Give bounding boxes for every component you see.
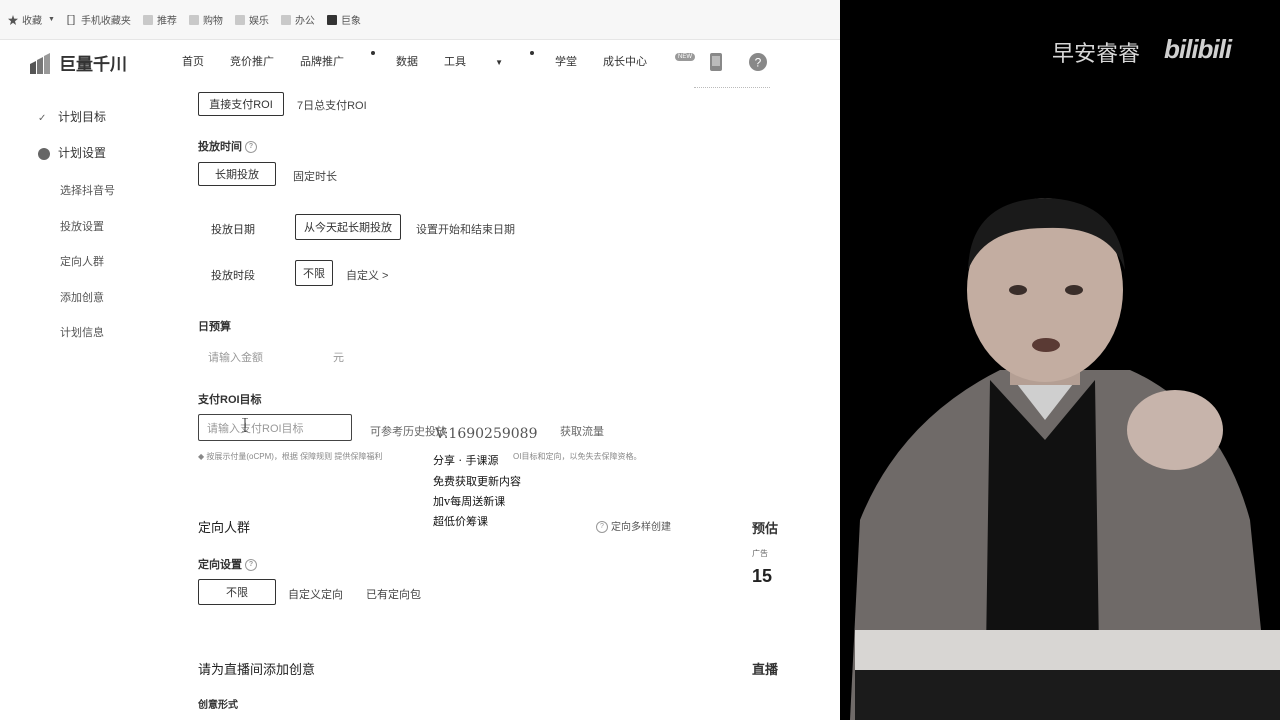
bilibili-logo: bilibili bbox=[1164, 34, 1232, 64]
step-plan-goal[interactable]: ✓ 计划目标 bbox=[38, 108, 106, 125]
presenter-figure bbox=[840, 0, 1280, 720]
delivery-date-range-option[interactable]: 设置开始和结束日期 bbox=[416, 221, 515, 237]
star-icon bbox=[8, 14, 18, 25]
delivery-period-label: 投放时段 bbox=[211, 270, 255, 282]
creative-form-label: 创意形式 bbox=[198, 700, 238, 711]
nav-tools[interactable]: 工具 ▼ bbox=[444, 51, 534, 69]
app-logo[interactable]: 巨量千川 bbox=[30, 50, 127, 75]
daily-budget-input[interactable]: 请输入金额 bbox=[208, 349, 263, 365]
delivery-date-label: 投放日期 bbox=[211, 224, 255, 236]
delivery-fixed-duration-option[interactable]: 固定时长 bbox=[293, 168, 337, 184]
nav-academy[interactable]: 学堂 bbox=[555, 53, 577, 69]
overlay-contact: V:1690259089 bbox=[435, 426, 538, 442]
folder-icon bbox=[142, 14, 153, 25]
bookmark-mobile[interactable]: 手机收藏夹 bbox=[67, 12, 131, 27]
targeting-custom-option[interactable]: 自定义定向 bbox=[288, 586, 343, 602]
notification-dot bbox=[529, 51, 534, 55]
bookmark-office[interactable]: 办公 bbox=[280, 12, 315, 27]
notification-dot bbox=[371, 51, 375, 55]
targeting-unlimited-button[interactable]: 不限 bbox=[198, 579, 276, 605]
sidebar-item-plan-info[interactable]: 计划信息 bbox=[60, 324, 104, 340]
bookmark-favorites[interactable]: 收藏 ▼ bbox=[8, 12, 55, 27]
estimate-panel-sub: 广告 bbox=[752, 549, 768, 558]
nav-growth-center[interactable]: 成长中心 NEW bbox=[603, 53, 721, 69]
delivery-period-unlimited-button[interactable]: 不限 bbox=[295, 260, 333, 286]
roi-guarantee-note: ◆ 按展示付量(oCPM)，根据 保障规则 提供保障福利 bbox=[198, 452, 383, 461]
browser-page: 收藏 ▼ 手机收藏夹 推荐 购物 娱乐 办公 巨象 巨量千川 首页 竞价推广 品… bbox=[0, 0, 840, 720]
sidebar-item-select-douyin[interactable]: 选择抖音号 bbox=[60, 182, 115, 198]
roi-tab-7day[interactable]: 7日总支付ROI bbox=[297, 97, 367, 113]
roi-target-label: 支付ROI目标 bbox=[198, 394, 262, 406]
folder-icon bbox=[234, 14, 245, 25]
nav-data[interactable]: 数据 bbox=[396, 53, 418, 69]
text-cursor-icon bbox=[242, 417, 248, 437]
folder-icon bbox=[280, 14, 291, 25]
sidebar-item-add-creative[interactable]: 添加创意 bbox=[60, 289, 104, 305]
sidebar-item-delivery-settings[interactable]: 投放设置 bbox=[60, 218, 104, 234]
delivery-long-term-button[interactable]: 长期投放 bbox=[198, 162, 276, 186]
uploader-watermark: 早安睿睿 bbox=[1052, 41, 1141, 66]
bookmark-recommend[interactable]: 推荐 bbox=[142, 12, 177, 27]
nav-brand-promotion[interactable]: 品牌推广 bbox=[300, 51, 375, 69]
caret-down-icon: ▼ bbox=[495, 58, 503, 67]
nav-home[interactable]: 首页 bbox=[182, 53, 204, 69]
delivery-date-from-today-button[interactable]: 从今天起长期投放 bbox=[295, 214, 401, 240]
delivery-time-label: 投放时间? bbox=[198, 138, 257, 154]
webcam-video bbox=[840, 0, 1280, 720]
step-plan-settings[interactable]: 计划设置 bbox=[38, 144, 106, 161]
bookmark-entertainment[interactable]: 娱乐 bbox=[234, 12, 269, 27]
sidebar-item-targeting[interactable]: 定向人群 bbox=[60, 253, 104, 269]
overlay-line-2: 免费获取更新内容 bbox=[433, 475, 521, 488]
overlay-line-3: 加v每周送新课 bbox=[433, 495, 506, 508]
phone-icon bbox=[67, 14, 77, 25]
creative-section-title: 请为直播间添加创意 bbox=[198, 662, 316, 677]
live-panel-title: 直播 bbox=[752, 662, 779, 677]
mobile-app-icon[interactable] bbox=[708, 52, 728, 72]
folder-icon bbox=[326, 14, 337, 25]
estimate-panel-number: 15 bbox=[752, 566, 773, 586]
targeting-existing-package-option[interactable]: 已有定向包 bbox=[366, 586, 421, 602]
daily-budget-label: 日预算 bbox=[198, 321, 231, 333]
overlay-line-1: 分享 · 手课源 bbox=[433, 454, 499, 467]
chevron-down-icon[interactable]: ▼ bbox=[48, 16, 55, 23]
folder-icon bbox=[188, 14, 199, 25]
bookmark-shopping[interactable]: 购物 bbox=[188, 12, 223, 27]
help-icon[interactable]: ? bbox=[245, 141, 257, 154]
roi-hint-tail: 获取流量 bbox=[560, 426, 604, 438]
targeting-create-link[interactable]: ? 定向多样创建 bbox=[596, 518, 671, 534]
help-icon[interactable]: ? bbox=[245, 559, 257, 572]
logo-mark-icon bbox=[30, 52, 54, 74]
overlay-line-4: 超低价筹课 bbox=[433, 515, 488, 528]
new-badge: NEW bbox=[674, 53, 695, 61]
help-icon[interactable]: ? bbox=[748, 52, 768, 72]
divider bbox=[694, 87, 770, 88]
help-icon: ? bbox=[596, 521, 608, 534]
check-icon: ✓ bbox=[38, 113, 47, 124]
bookmark-juxiang[interactable]: 巨象 bbox=[326, 12, 361, 27]
current-step-icon bbox=[38, 147, 50, 160]
targeting-setting-label: 定向设置? bbox=[198, 556, 257, 572]
roi-target-input[interactable]: 请输入支付ROI目标 bbox=[198, 414, 352, 441]
roi-tab-direct[interactable]: 直接支付ROI bbox=[198, 92, 284, 116]
estimate-panel-title: 预估 bbox=[752, 521, 779, 536]
targeting-section-title: 定向人群 bbox=[198, 520, 251, 535]
svg-text:?: ? bbox=[755, 56, 762, 70]
bookmark-bar: 收藏 ▼ 手机收藏夹 推荐 购物 娱乐 办公 巨象 bbox=[0, 0, 840, 40]
roi-guarantee-note-tail: OI目标和定向，以免失去保障资格。 bbox=[513, 452, 642, 461]
delivery-period-custom-link[interactable]: 自定义 > bbox=[346, 267, 388, 283]
daily-budget-unit: 元 bbox=[333, 352, 344, 364]
top-nav: 首页 竞价推广 品牌推广 数据 工具 ▼ 学堂 成长中心 NEW bbox=[182, 51, 747, 69]
nav-bid-promotion[interactable]: 竞价推广 bbox=[230, 53, 274, 69]
app-header: 巨量千川 首页 竞价推广 品牌推广 数据 工具 ▼ 学堂 成长中心 NEW ? bbox=[0, 40, 840, 88]
